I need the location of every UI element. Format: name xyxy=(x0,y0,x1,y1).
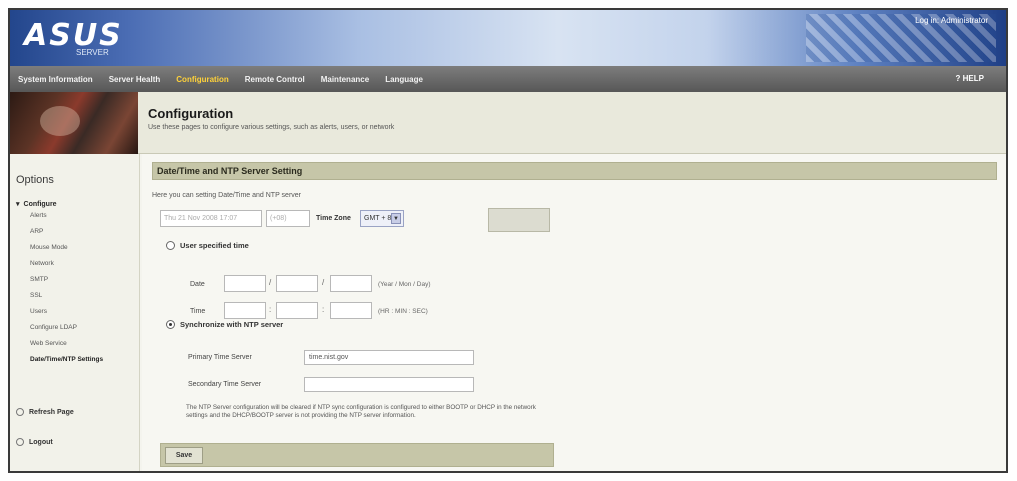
refresh-icon xyxy=(16,408,24,416)
date-label: Date xyxy=(190,281,205,288)
sidebar-item-configure[interactable]: ▾ Configure xyxy=(16,200,134,209)
browser-frame: ASUS SERVER Log in: Administrator System… xyxy=(8,8,1008,473)
sidebar-item-mouse-mode[interactable]: Mouse Mode xyxy=(30,244,134,252)
nav-maintenance[interactable]: Maintenance xyxy=(321,75,369,84)
time-separator: : xyxy=(322,305,325,314)
nav-language[interactable]: Language xyxy=(385,75,423,84)
sidebar-item-users[interactable]: Users xyxy=(30,308,134,316)
user-specified-time-option[interactable]: User specified time xyxy=(166,241,249,250)
caret-down-icon: ▾ xyxy=(16,201,20,208)
sidebar-item-arp[interactable]: ARP xyxy=(30,228,134,236)
primary-server-label: Primary Time Server xyxy=(188,354,252,361)
radio-user-time[interactable] xyxy=(166,241,175,250)
login-status: Log in: Administrator xyxy=(915,16,988,25)
timezone-label: Time Zone xyxy=(316,215,351,222)
header-photo xyxy=(10,92,138,154)
sidebar-item-configure-ldap[interactable]: Configure LDAP xyxy=(30,324,134,332)
time-label: Time xyxy=(190,308,206,315)
section-title: Date/Time and NTP Server Setting xyxy=(157,166,303,176)
save-button[interactable]: Save xyxy=(165,447,203,464)
logout-icon xyxy=(16,438,24,446)
options-title: Options xyxy=(16,174,54,186)
date-day-input[interactable] xyxy=(330,275,372,292)
current-timezone-field: (+08) xyxy=(266,210,310,227)
refresh-page-link[interactable]: Refresh Page xyxy=(16,408,74,416)
section-intro: Here you can setting Date/Time and NTP s… xyxy=(152,192,302,199)
nav-remote-control[interactable]: Remote Control xyxy=(245,75,305,84)
date-format-hint: (Year / Mon / Day) xyxy=(378,281,431,288)
sidebar: Options ▾ Configure Alerts ARP Mouse Mod… xyxy=(10,154,140,471)
date-separator: / xyxy=(322,278,325,287)
secondary-server-label: Secondary Time Server xyxy=(188,381,262,388)
time-minute-input[interactable] xyxy=(276,302,318,319)
timezone-value: GMT + 8 xyxy=(364,215,392,222)
primary-server-input[interactable]: time.nist.gov xyxy=(304,350,474,365)
top-navigation: System Information Server Health Configu… xyxy=(10,66,1006,92)
page-header: Configuration Use these pages to configu… xyxy=(10,92,1006,154)
header-banner: ASUS SERVER Log in: Administrator xyxy=(10,10,1006,66)
page-title: Configuration xyxy=(148,106,234,121)
help-link[interactable]: ? HELP xyxy=(956,74,984,83)
save-bar: Save xyxy=(160,443,554,467)
nav-configuration[interactable]: Configuration xyxy=(176,75,228,84)
sidebar-item-alerts[interactable]: Alerts xyxy=(30,212,134,220)
ntp-sync-label: Synchronize with NTP server xyxy=(180,320,284,329)
timezone-select[interactable]: GMT + 8 ▼ xyxy=(360,210,404,227)
chevron-down-icon: ▼ xyxy=(391,213,401,224)
page-description: Use these pages to configure various set… xyxy=(148,124,395,131)
sidebar-item-date-time-ntp[interactable]: Date/Time/NTP Settings xyxy=(30,356,134,364)
date-separator: / xyxy=(269,278,272,287)
time-separator: : xyxy=(269,305,272,314)
ntp-sync-option[interactable]: Synchronize with NTP server xyxy=(166,320,283,329)
sidebar-item-web-service[interactable]: Web Service xyxy=(30,340,134,348)
main-content: Date/Time and NTP Server Setting Here yo… xyxy=(142,154,1006,471)
time-format-hint: (HR : MIN : SEC) xyxy=(378,308,428,315)
nav-server-health[interactable]: Server Health xyxy=(109,75,161,84)
secondary-server-input[interactable] xyxy=(304,377,474,392)
logout-label: Logout xyxy=(29,438,53,446)
sidebar-parent-label: Configure xyxy=(23,200,57,208)
ntp-note: The NTP Server configuration will be cle… xyxy=(186,404,536,419)
time-second-input[interactable] xyxy=(330,302,372,319)
logo-subtitle: SERVER xyxy=(76,48,109,57)
user-time-label: User specified time xyxy=(180,241,249,250)
nav-system-information[interactable]: System Information xyxy=(18,75,93,84)
section-header: Date/Time and NTP Server Setting xyxy=(152,162,997,180)
sidebar-item-network[interactable]: Network xyxy=(30,260,134,268)
time-hour-input[interactable] xyxy=(224,302,266,319)
sidebar-item-ssl[interactable]: SSL xyxy=(30,292,134,300)
refresh-label: Refresh Page xyxy=(29,408,74,416)
sidebar-item-smtp[interactable]: SMTP xyxy=(30,276,134,284)
refresh-time-button[interactable] xyxy=(488,208,550,232)
logout-link[interactable]: Logout xyxy=(16,438,53,446)
radio-ntp-sync[interactable] xyxy=(166,320,175,329)
current-time-field: Thu 21 Nov 2008 17:07 xyxy=(160,210,262,227)
date-year-input[interactable] xyxy=(224,275,266,292)
sidebar-menu: ▾ Configure Alerts ARP Mouse Mode Networ… xyxy=(16,200,134,372)
date-month-input[interactable] xyxy=(276,275,318,292)
